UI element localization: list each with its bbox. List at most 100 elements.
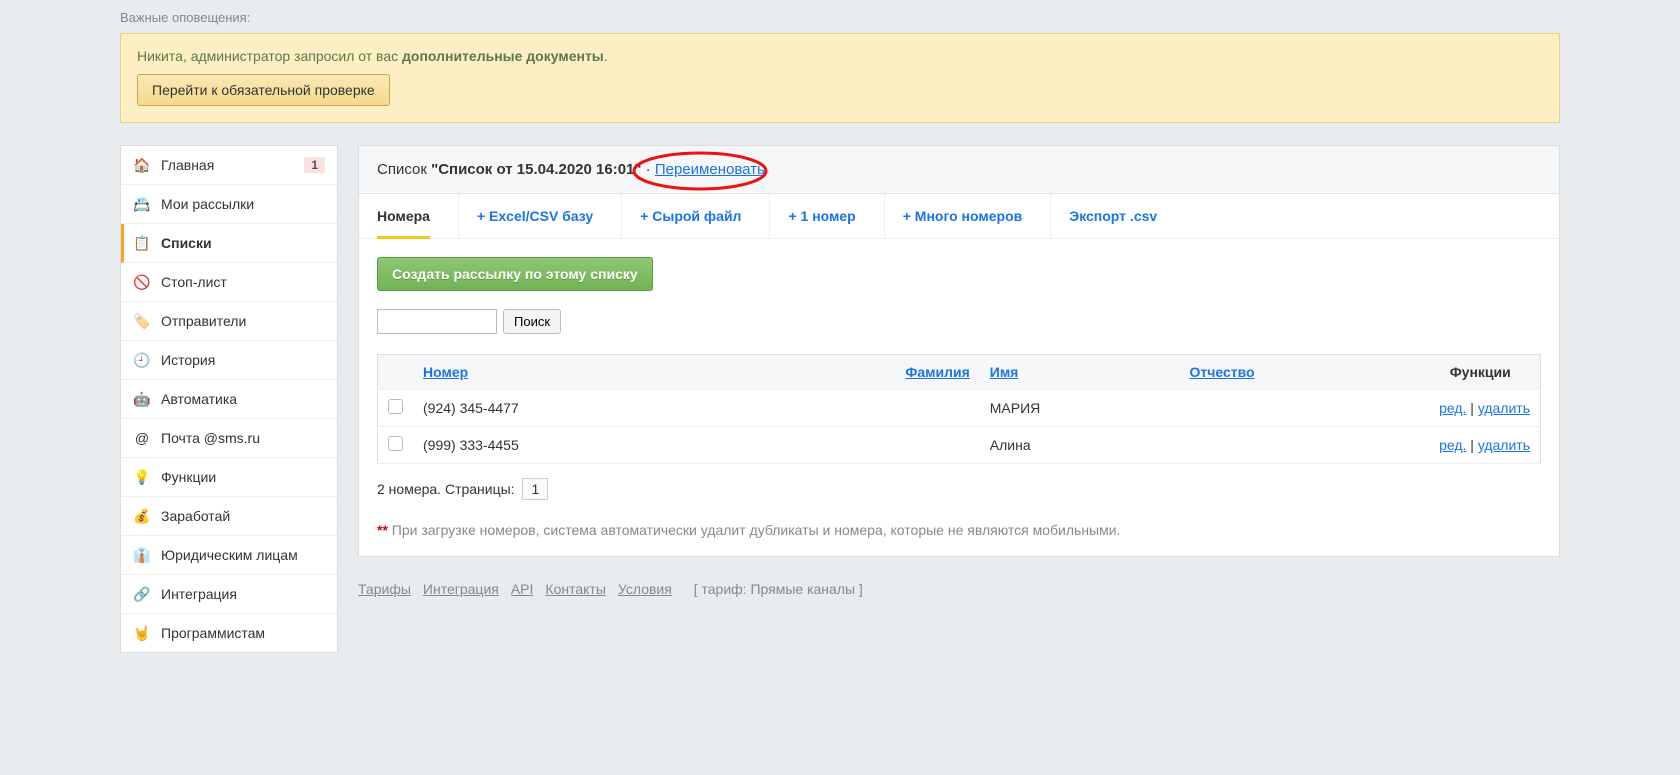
sidebar-icon: 👔 xyxy=(133,546,151,564)
row-checkbox[interactable] xyxy=(388,399,403,414)
search-row: Поиск xyxy=(377,309,1541,334)
sidebar-label: Почта @sms.ru xyxy=(161,430,325,446)
footer-link-4[interactable]: Условия xyxy=(618,581,672,597)
sidebar-item-7[interactable]: @ Почта @sms.ru xyxy=(121,419,337,458)
alerts-header: Важные оповещения: xyxy=(120,0,1560,33)
footer-link-3[interactable]: Контакты xyxy=(545,581,605,597)
col-number: Номер xyxy=(413,355,741,390)
create-mailing-button[interactable]: Создать рассылку по этому списку xyxy=(377,257,653,291)
col-check xyxy=(378,355,414,390)
tab-2[interactable]: + Сырой файл xyxy=(640,194,770,238)
cell-patronymic xyxy=(1179,390,1420,427)
sidebar-icon: 🏠 xyxy=(133,156,151,174)
footer-link-0[interactable]: Тарифы xyxy=(358,581,411,597)
sidebar-label: Заработай xyxy=(161,508,325,524)
row-checkbox[interactable] xyxy=(388,436,403,451)
footer: Тарифы Интеграция API Контакты Условия [ тар… xyxy=(358,577,1560,617)
footer-tariff: [ тариф: Прямые каналы ] xyxy=(694,581,863,597)
sidebar-item-9[interactable]: 💰Заработай xyxy=(121,497,337,536)
sort-surname[interactable]: Фамилия xyxy=(905,364,969,380)
main: Список "Список от 15.04.2020 16:01" · Пе… xyxy=(358,145,1560,617)
panel-header: Список "Список от 15.04.2020 16:01" · Пе… xyxy=(359,146,1559,194)
tab-4[interactable]: + Много номеров xyxy=(903,194,1052,238)
tab-3[interactable]: + 1 номер xyxy=(788,194,884,238)
panel-title: Список "Список от 15.04.2020 16:01" · Пе… xyxy=(377,161,765,178)
alert-text-after: . xyxy=(604,48,608,64)
sidebar-item-3[interactable]: 🚫Стоп-лист xyxy=(121,263,337,302)
tab-5[interactable]: Экспорт .csv xyxy=(1069,194,1185,238)
cell-functions: ред. | удалить xyxy=(1421,427,1541,464)
alert-text-before: Никита, администратор запросил от вас xyxy=(137,48,402,64)
tab-0[interactable]: Номера xyxy=(377,194,459,238)
rename-link[interactable]: Переименовать xyxy=(655,161,765,178)
sidebar-label: Функции xyxy=(161,469,325,485)
col-surname: Фамилия xyxy=(741,355,980,390)
sidebar-icon: 💡 xyxy=(133,468,151,486)
edit-link[interactable]: ред. xyxy=(1439,400,1466,416)
title-quoted: "Список от 15.04.2020 16:01" xyxy=(431,161,641,178)
table-row: (924) 345-4477МАРИЯред. | удалить xyxy=(378,390,1541,427)
footnote-marker: ** xyxy=(377,522,388,538)
cell-functions: ред. | удалить xyxy=(1421,390,1541,427)
sidebar-item-11[interactable]: 🔗 Интеграция xyxy=(121,575,337,614)
search-button[interactable]: Поиск xyxy=(503,309,561,334)
sort-name[interactable]: Имя xyxy=(990,364,1019,380)
sidebar-label: Главная xyxy=(161,157,304,173)
delete-link[interactable]: удалить xyxy=(1478,400,1530,416)
cell-name: Алина xyxy=(980,427,1180,464)
sidebar-item-1[interactable]: 📇 Мои рассылки xyxy=(121,185,337,224)
sort-patronymic[interactable]: Отчество xyxy=(1189,364,1254,380)
title-sep: · xyxy=(642,161,655,178)
tab-1[interactable]: + Excel/CSV базу xyxy=(477,194,622,238)
sidebar-icon: 📋 xyxy=(133,234,151,252)
sidebar-item-6[interactable]: 🤖Автоматика xyxy=(121,380,337,419)
sidebar-label: Интеграция xyxy=(161,586,325,602)
cell-patronymic xyxy=(1179,427,1420,464)
pager-text: 2 номера. Страницы: xyxy=(377,481,515,497)
alert-box: Никита, администратор запросил от вас до… xyxy=(120,33,1560,123)
sidebar-icon: 🤘 xyxy=(133,624,151,642)
table-row: (999) 333-4455Алинаред. | удалить xyxy=(378,427,1541,464)
alert-text: Никита, администратор запросил от вас до… xyxy=(137,48,1543,64)
col-name: Имя xyxy=(980,355,1180,390)
cell-surname xyxy=(741,427,980,464)
footnote: ** При загрузке номеров, система автомат… xyxy=(377,522,1541,538)
footnote-text: При загрузке номеров, система автоматиче… xyxy=(388,522,1121,538)
sidebar-item-8[interactable]: 💡 Функции xyxy=(121,458,337,497)
sidebar-item-10[interactable]: 👔 Юридическим лицам xyxy=(121,536,337,575)
sidebar-badge: 1 xyxy=(304,157,325,173)
col-functions: Функции xyxy=(1421,355,1541,390)
sidebar-label: Отправители xyxy=(161,313,325,329)
sidebar-item-4[interactable]: 🏷️ Отправители xyxy=(121,302,337,341)
cell-name: МАРИЯ xyxy=(980,390,1180,427)
edit-link[interactable]: ред. xyxy=(1439,437,1466,453)
sidebar-icon: 📇 xyxy=(133,195,151,213)
sort-number[interactable]: Номер xyxy=(423,364,468,380)
verify-button[interactable]: Перейти к обязательной проверке xyxy=(137,74,390,106)
sidebar-item-5[interactable]: 🕘История xyxy=(121,341,337,380)
sidebar-label: Мои рассылки xyxy=(161,196,325,212)
footer-link-2[interactable]: API xyxy=(511,581,534,597)
sidebar-label: Программистам xyxy=(161,625,325,641)
search-input[interactable] xyxy=(377,309,497,334)
sidebar-label: История xyxy=(161,352,325,368)
cell-surname xyxy=(741,390,980,427)
sidebar-item-12[interactable]: 🤘 Программистам xyxy=(121,614,337,652)
sidebar-icon: 🏷️ xyxy=(133,312,151,330)
sidebar-item-0[interactable]: 🏠 Главная1 xyxy=(121,146,337,185)
sidebar-item-2[interactable]: 📋 Списки xyxy=(121,224,337,263)
pager: 2 номера. Страницы: 1 xyxy=(377,478,1541,500)
delete-link[interactable]: удалить xyxy=(1478,437,1530,453)
sidebar-icon: 🔗 xyxy=(133,585,151,603)
numbers-table: Номер Фамилия Имя Отчество Функции (924)… xyxy=(377,354,1541,464)
sidebar-icon: @ xyxy=(133,429,151,447)
pager-page[interactable]: 1 xyxy=(522,478,548,500)
panel-body: Создать рассылку по этому списку Поиск Н… xyxy=(359,239,1559,556)
title-prefix: Список xyxy=(377,161,431,178)
sidebar-label: Списки xyxy=(161,235,325,251)
tabs: Номера + Excel/CSV базу + Сырой файл + 1 но… xyxy=(359,194,1559,239)
sidebar-label: Юридическим лицам xyxy=(161,547,325,563)
alert-text-bold: дополнительные документы xyxy=(402,48,604,64)
sidebar-label: Стоп-лист xyxy=(161,274,325,290)
footer-link-1[interactable]: Интеграция xyxy=(423,581,499,597)
